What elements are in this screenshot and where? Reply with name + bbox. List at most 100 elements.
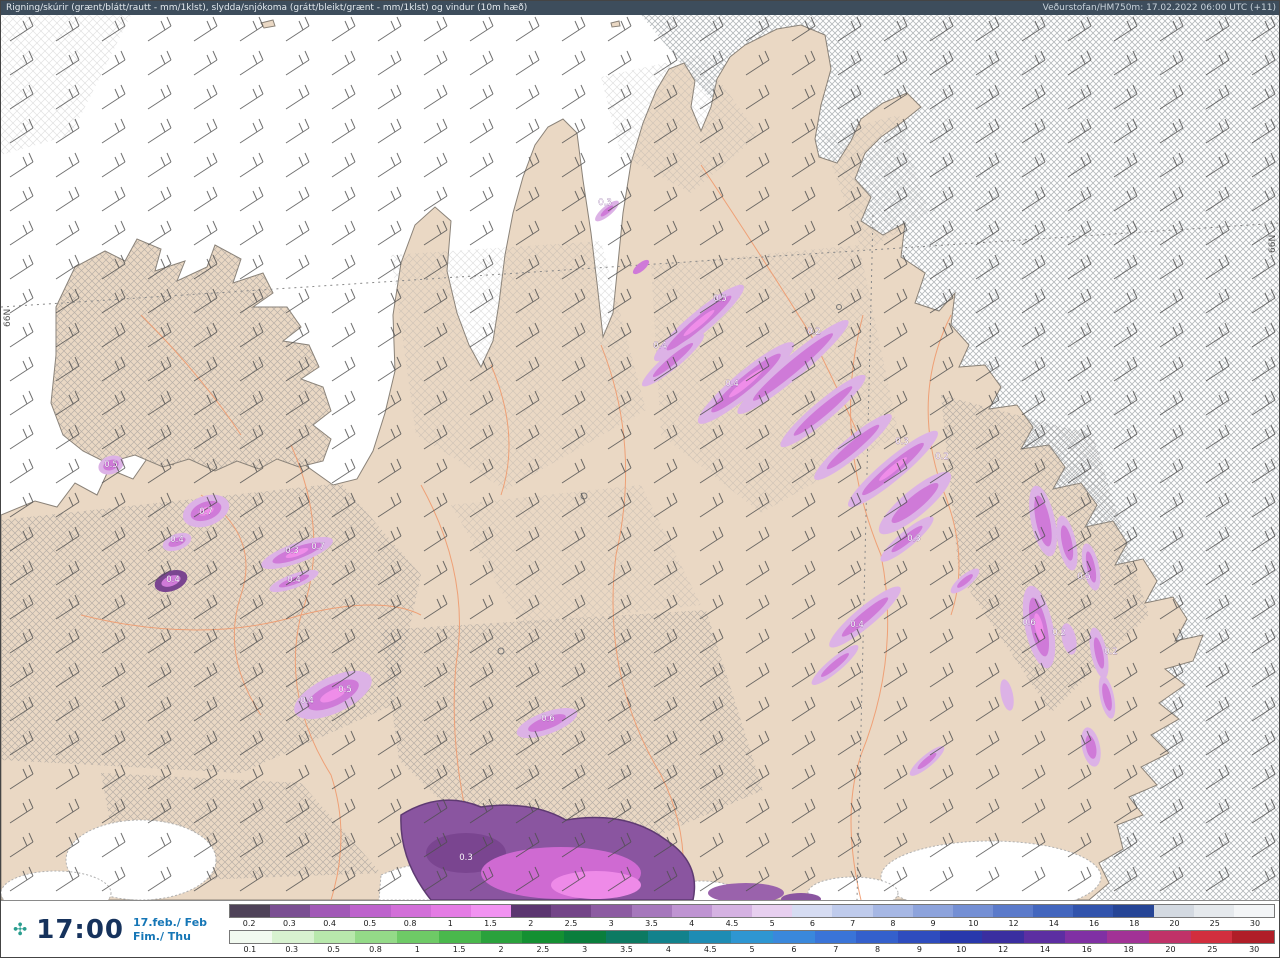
legend-value: 6 <box>791 945 797 954</box>
precip-value-label: 0.5 <box>104 460 118 470</box>
precip-value-label: 0.4 <box>725 379 739 389</box>
legend-value: 2.5 <box>564 919 578 928</box>
legend-value: 9 <box>916 945 922 954</box>
legend-value: 3 <box>582 945 588 954</box>
legend-value: 5 <box>769 919 775 928</box>
legend-value: 0.3 <box>285 945 299 954</box>
legend-value: 25 <box>1209 919 1220 928</box>
legend-value: 0.3 <box>282 919 296 928</box>
legend-cell <box>522 931 565 943</box>
compass-icon: ✣ <box>13 919 28 940</box>
snow-colorbar <box>229 904 1275 918</box>
precip-value-label: 0.4 <box>850 620 864 630</box>
legend-value: 20 <box>1165 945 1176 954</box>
legend-cell <box>591 905 632 917</box>
legend-cell <box>1107 931 1149 943</box>
legend-value: 2.5 <box>536 945 550 954</box>
precip-value-label: 0.7 <box>199 507 213 517</box>
legend-cell <box>438 931 481 943</box>
legend-value: 4.5 <box>703 945 717 954</box>
legend-cell <box>551 905 592 917</box>
footer-bar: ✣ 17:00 17.feb./ Feb Fim./ Thu 0.2 0.3 0.4… <box>1 900 1279 957</box>
legend-cell <box>310 905 351 917</box>
precip-value-label: 0.7 <box>311 542 325 552</box>
precip-value-label: 0.5 <box>338 685 352 695</box>
legend-cell <box>313 931 356 943</box>
legend-value: 18 <box>1123 945 1134 954</box>
legend-value: 18 <box>1129 919 1140 928</box>
legend-value: 14 <box>1048 919 1059 928</box>
legend-cell <box>1033 905 1074 917</box>
legend-cell <box>355 931 398 943</box>
precip-value-label: 0.2 <box>1052 628 1066 638</box>
weather-map: 66N 66N <box>1 15 1279 916</box>
legend-cell <box>940 931 982 943</box>
legend-cell <box>480 931 523 943</box>
legend-cell <box>564 931 606 943</box>
legend-cell <box>605 931 648 943</box>
legend-cell <box>1148 931 1191 943</box>
legend-value: 12 <box>998 945 1009 954</box>
legend-value: 12 <box>1008 919 1019 928</box>
legend-value: 0.5 <box>363 919 377 928</box>
legend-cell <box>1023 931 1066 943</box>
legend-value: 2 <box>498 945 504 954</box>
legend-cell <box>1190 931 1233 943</box>
precip-value-label: 0.3 <box>895 437 909 447</box>
legend-value: 7 <box>850 919 856 928</box>
header-legend-text: Rigning/skúrir (grænt/blátt/rautt - mm/1… <box>6 3 528 13</box>
precip-value-label: 0.2 <box>1104 647 1118 657</box>
wind-barbs-layer <box>1 15 1279 900</box>
legend-value: 1.5 <box>484 919 497 928</box>
legend-cell <box>1193 905 1234 917</box>
legend-cell <box>270 905 311 917</box>
legend-cell <box>981 931 1024 943</box>
legend-cell <box>350 905 391 917</box>
precip-value-label: 0.5 <box>1077 572 1091 582</box>
precip-value-label: 0.2 <box>807 327 821 337</box>
precip-value-label: 0.6 <box>541 714 555 724</box>
map-canvas: 66N 66N <box>1 15 1279 916</box>
rain-colorbar-values: 0.1 0.3 0.5 0.8 1 1.5 2 2.5 3 3.5 4 4.5 5 6 7 8 9 10 12 14 1… <box>229 944 1275 956</box>
legend-cell <box>230 931 272 943</box>
forecast-image: Rigning/skúrir (grænt/blátt/rautt - mm/1… <box>0 0 1280 958</box>
legend-cell <box>752 905 793 917</box>
legend-cell <box>397 931 439 943</box>
legend-cell <box>792 905 833 917</box>
legend-cell <box>271 931 314 943</box>
legend-cell <box>872 905 913 917</box>
legend-value: 7 <box>833 945 839 954</box>
precip-value-label: 0.4 <box>287 575 301 585</box>
legend-value: 6 <box>809 919 815 928</box>
precip-value-label: 0.2 <box>935 452 949 462</box>
legend-cell <box>898 931 941 943</box>
legend-cell <box>832 905 873 917</box>
legend-value: 10 <box>968 919 979 928</box>
legend-value: 8 <box>890 919 896 928</box>
precip-value-label: 0.3 <box>598 198 612 208</box>
legend-cell <box>912 905 953 917</box>
legend-cell <box>1073 905 1114 917</box>
legend-value: 1.5 <box>452 945 466 954</box>
legend-value: 5 <box>749 945 755 954</box>
precip-value-label: 0.6 <box>1022 618 1036 628</box>
legend-value: 30 <box>1249 919 1261 928</box>
legend-value: 1 <box>414 945 420 954</box>
legend-value: 3.5 <box>620 945 633 954</box>
legend-cell <box>470 905 512 917</box>
legend-cell <box>814 931 857 943</box>
legend-cell <box>1233 905 1275 917</box>
legend-value: 4.5 <box>725 919 739 928</box>
date-line-1: 17.feb./ Feb <box>133 915 208 929</box>
legend-cell <box>390 905 431 917</box>
date-line-2: Fim./ Thu <box>133 930 191 943</box>
legend-cell <box>671 905 712 917</box>
legend-value: 2 <box>528 919 534 928</box>
precip-value-label: 0.4 <box>300 696 314 706</box>
legend-cell <box>992 905 1034 917</box>
header-bar: Rigning/skúrir (grænt/blátt/rautt - mm/1… <box>1 1 1279 15</box>
rain-colorbar <box>229 930 1275 944</box>
legend-panel: 0.2 0.3 0.4 0.5 0.8 1 1.5 2 2.5 3 3.5 4 4.5 5 6 7 8 9 10 12… <box>229 901 1279 957</box>
legend-cell <box>772 931 815 943</box>
legend-cell <box>952 905 993 917</box>
